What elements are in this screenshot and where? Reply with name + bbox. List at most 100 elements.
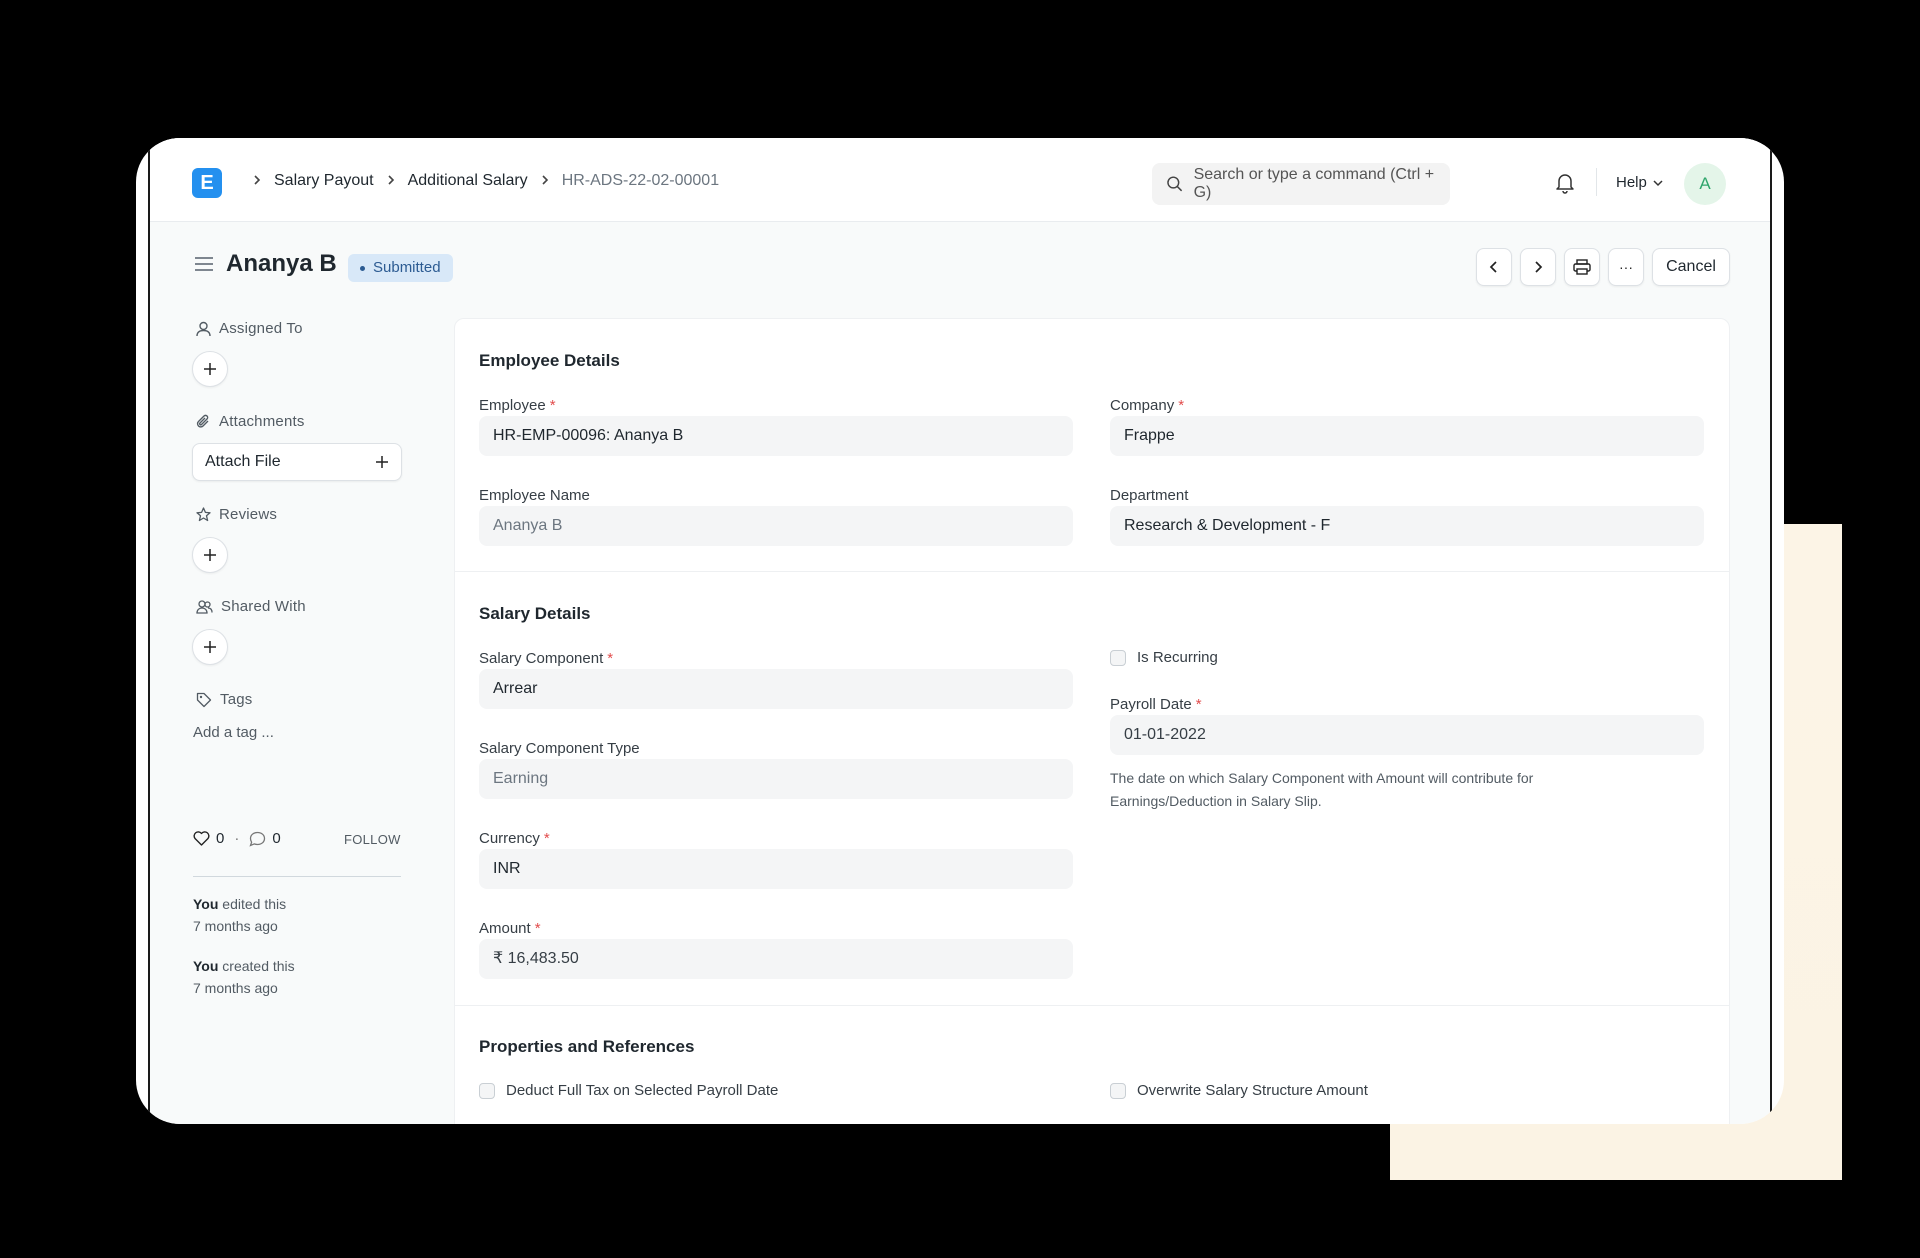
company-label: Company * xyxy=(1110,397,1185,414)
heart-icon[interactable] xyxy=(193,831,210,846)
activity-actor: You xyxy=(193,896,219,912)
is-recurring-label: Is Recurring xyxy=(1137,649,1218,666)
tags-heading: Tags xyxy=(196,691,253,708)
plus-icon xyxy=(204,641,216,653)
activity-item: You created this 7 months ago xyxy=(193,955,295,999)
chevron-right-icon xyxy=(252,173,262,189)
overwrite-structure-checkbox[interactable]: Overwrite Salary Structure Amount xyxy=(1110,1082,1368,1099)
amount-field[interactable]: ₹ 16,483.50 xyxy=(479,939,1073,979)
chevron-left-icon xyxy=(1489,261,1497,273)
user-avatar[interactable]: A xyxy=(1684,163,1726,205)
app-logo[interactable]: E xyxy=(192,168,222,198)
add-assignee-button[interactable] xyxy=(192,351,228,387)
shared-with-heading: Shared With xyxy=(196,598,306,615)
search-input[interactable]: Search or type a command (Ctrl + G) xyxy=(1152,163,1450,205)
attachments-label: Attachments xyxy=(219,413,305,430)
employee-name-field: Ananya B xyxy=(479,506,1073,546)
breadcrumb-salary-payout[interactable]: Salary Payout xyxy=(274,172,374,190)
status-label: Submitted xyxy=(373,259,441,276)
deduct-full-tax-checkbox[interactable]: Deduct Full Tax on Selected Payroll Date xyxy=(479,1082,778,1099)
tag-icon xyxy=(196,692,212,707)
printer-icon xyxy=(1573,259,1591,275)
status-dot-icon xyxy=(360,265,365,271)
likes-comments: 0 · 0 xyxy=(193,830,281,847)
more-actions-button[interactable]: ··· xyxy=(1608,248,1644,286)
amount-label: Amount * xyxy=(479,920,541,937)
reviews-label: Reviews xyxy=(219,506,278,523)
likes-count: 0 xyxy=(216,830,225,847)
attachments-heading: Attachments xyxy=(196,413,305,430)
chevron-right-icon xyxy=(540,173,550,189)
salary-component-type-field: Earning xyxy=(479,759,1073,799)
form-card: Employee Details Employee * HR-EMP-00096:… xyxy=(454,318,1730,1124)
plus-icon xyxy=(204,549,216,561)
shared-with-label: Shared With xyxy=(221,598,306,615)
navbar-divider xyxy=(1596,168,1597,196)
checkbox-box[interactable] xyxy=(1110,649,1126,666)
checkbox-box[interactable] xyxy=(479,1082,495,1099)
breadcrumb-current-document: HR-ADS-22-02-00001 xyxy=(561,172,720,189)
user-icon xyxy=(196,321,211,336)
company-field[interactable]: Frappe xyxy=(1110,416,1704,456)
attach-file-label: Attach File xyxy=(205,453,281,470)
menu-icon[interactable] xyxy=(194,256,214,272)
star-icon xyxy=(196,507,211,522)
department-field[interactable]: Research & Development - F xyxy=(1110,506,1704,546)
search-icon xyxy=(1167,176,1183,192)
follow-button[interactable]: FOLLOW xyxy=(344,832,401,847)
add-review-button[interactable] xyxy=(192,537,228,573)
paperclip-icon xyxy=(196,414,209,428)
activity-action: created this xyxy=(222,958,295,974)
add-share-button[interactable] xyxy=(192,629,228,665)
search-placeholder: Search or type a command (Ctrl + G) xyxy=(1193,166,1435,201)
activity-action: edited this xyxy=(222,896,287,912)
reviews-heading: Reviews xyxy=(196,506,277,523)
is-recurring-checkbox[interactable]: Is Recurring xyxy=(1110,649,1218,666)
chevron-right-icon xyxy=(386,173,396,189)
plus-icon xyxy=(204,363,216,375)
attach-file-button[interactable]: Attach File xyxy=(192,443,402,481)
currency-field[interactable]: INR xyxy=(479,849,1073,889)
sidebar-divider xyxy=(193,876,401,877)
overwrite-structure-label: Overwrite Salary Structure Amount xyxy=(1137,1082,1368,1099)
section-properties-references: Properties and References xyxy=(479,1037,695,1056)
salary-component-label: Salary Component * xyxy=(479,650,614,667)
status-badge: Submitted xyxy=(348,254,453,282)
employee-field[interactable]: HR-EMP-00096: Ananya B xyxy=(479,416,1073,456)
navbar: E Salary Payout Additional Salary HR-ADS… xyxy=(150,138,1770,222)
deduct-full-tax-label: Deduct Full Tax on Selected Payroll Date xyxy=(506,1082,779,1099)
add-tag-link[interactable]: Add a tag ... xyxy=(193,724,274,741)
help-dropdown[interactable]: Help xyxy=(1616,174,1663,191)
activity-time: 7 months ago xyxy=(193,980,278,996)
app-window: E Salary Payout Additional Salary HR-ADS… xyxy=(136,138,1784,1124)
chevron-right-icon xyxy=(1535,261,1543,273)
users-icon xyxy=(196,599,213,614)
payroll-date-label: Payroll Date * xyxy=(1110,696,1202,713)
chevron-down-icon xyxy=(1653,179,1663,186)
next-document-button[interactable] xyxy=(1520,248,1556,286)
activity-time: 7 months ago xyxy=(193,918,278,934)
salary-component-field[interactable]: Arrear xyxy=(479,669,1073,709)
notification-bell-icon[interactable] xyxy=(1554,172,1576,194)
help-label: Help xyxy=(1616,174,1647,191)
print-button[interactable] xyxy=(1564,248,1600,286)
activity-item: You edited this 7 months ago xyxy=(193,893,286,937)
comments-count: 0 xyxy=(272,830,281,847)
section-employee-details: Employee Details xyxy=(479,351,620,370)
payroll-date-field[interactable]: 01-01-2022 xyxy=(1110,715,1704,755)
activity-actor: You xyxy=(193,958,219,974)
payroll-date-help: The date on which Salary Component with … xyxy=(1110,770,1534,809)
salary-component-type-label: Salary Component Type xyxy=(479,740,640,757)
likes-separator: · xyxy=(234,830,240,847)
currency-label: Currency * xyxy=(479,830,550,847)
cancel-button[interactable]: Cancel xyxy=(1652,248,1730,286)
breadcrumb-additional-salary[interactable]: Additional Salary xyxy=(408,172,528,190)
department-label: Department xyxy=(1110,487,1189,504)
app-frame: E Salary Payout Additional Salary HR-ADS… xyxy=(148,138,1772,1124)
checkbox-box[interactable] xyxy=(1110,1082,1126,1099)
tags-label: Tags xyxy=(220,691,253,708)
section-salary-details: Salary Details xyxy=(479,604,591,623)
comment-icon[interactable] xyxy=(249,831,266,847)
previous-document-button[interactable] xyxy=(1476,248,1512,286)
section-divider xyxy=(455,571,1729,572)
